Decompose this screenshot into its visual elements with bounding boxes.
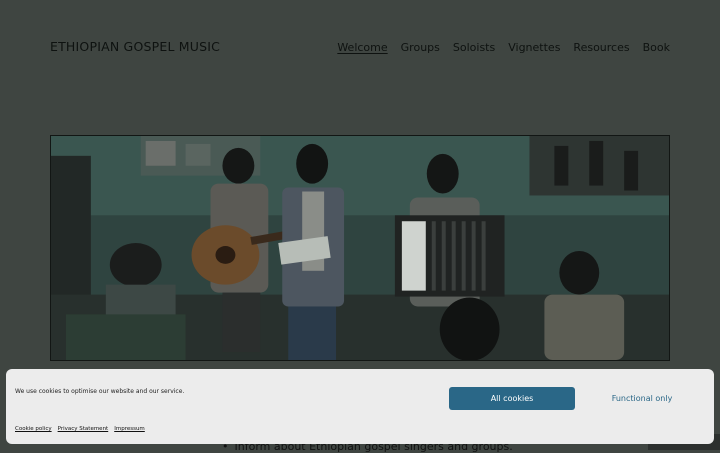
nav-welcome[interactable]: Welcome bbox=[337, 41, 387, 54]
hero-photo bbox=[50, 135, 670, 361]
cookie-policy-link[interactable]: Cookie policy bbox=[15, 426, 52, 432]
site-title[interactable]: ETHIOPIAN GOSPEL MUSIC bbox=[50, 39, 220, 54]
main-navigation: Welcome Groups Soloists Vignettes Resour… bbox=[337, 41, 670, 54]
nav-vignettes[interactable]: Vignettes bbox=[508, 41, 560, 54]
musicians-photo-icon bbox=[51, 136, 669, 360]
nav-book[interactable]: Book bbox=[643, 41, 670, 54]
cookie-links: Cookie policy Privacy Statement Impressu… bbox=[15, 426, 145, 432]
page: ETHIOPIAN GOSPEL MUSIC Welcome Groups So… bbox=[0, 0, 720, 453]
functional-only-button[interactable]: Functional only bbox=[594, 387, 690, 410]
cookie-message: We use cookies to optimise our website a… bbox=[15, 388, 185, 395]
nav-soloists[interactable]: Soloists bbox=[453, 41, 495, 54]
privacy-statement-link[interactable]: Privacy Statement bbox=[58, 426, 109, 432]
nav-groups[interactable]: Groups bbox=[401, 41, 440, 54]
nav-resources[interactable]: Resources bbox=[573, 41, 629, 54]
accept-all-cookies-button[interactable]: All cookies bbox=[449, 387, 575, 410]
impressum-link[interactable]: Impressum bbox=[114, 426, 145, 432]
cookie-banner: We use cookies to optimise our website a… bbox=[6, 369, 714, 444]
